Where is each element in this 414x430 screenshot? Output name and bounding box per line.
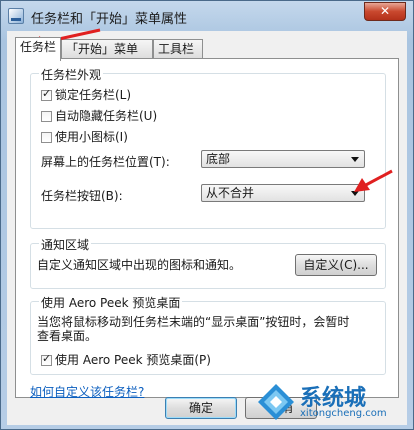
buttons-label: 任务栏按钮(B): [41, 189, 123, 203]
taskbar-properties-icon [8, 8, 24, 24]
taskbar-buttons-dropdown[interactable]: 从不合并 [201, 184, 365, 202]
position-label: 屏幕上的任务栏位置(T): [41, 155, 170, 169]
auto-hide-checkbox[interactable] [41, 111, 52, 122]
window-title: 任务栏和「开始」菜单属性 [31, 12, 188, 27]
group-taskbar-appearance: 任务栏外观 锁定任务栏(L) 自动隐藏任务栏(U) 使用小图标(I) 屏幕上的任… [30, 66, 386, 229]
lock-taskbar-option[interactable]: 锁定任务栏(L) [41, 86, 131, 103]
aero-peek-checkbox[interactable] [41, 352, 52, 366]
watermark-url: xitongcheng.com [300, 408, 387, 419]
ok-button[interactable]: 确定 [165, 397, 237, 419]
small-icons-label: 使用小图标(I) [55, 130, 128, 144]
tab-panel-taskbar: 任务栏外观 锁定任务栏(L) 自动隐藏任务栏(U) 使用小图标(I) 屏幕上的任… [15, 58, 399, 400]
lock-taskbar-checkbox[interactable] [41, 87, 52, 101]
chevron-down-icon [351, 157, 359, 162]
lock-taskbar-label: 锁定任务栏(L) [55, 88, 132, 102]
position-value: 底部 [206, 152, 231, 166]
aero-peek-label: 使用 Aero Peek 预览桌面(P) [55, 353, 211, 367]
small-icons-checkbox[interactable] [41, 132, 52, 143]
tab-toolbars[interactable]: 工具栏 [153, 39, 203, 59]
annotation-arrow-dropdown [354, 169, 393, 192]
auto-hide-label: 自动隐藏任务栏(U) [55, 109, 158, 123]
aero-peek-option[interactable]: 使用 Aero Peek 预览桌面(P) [41, 351, 211, 368]
notification-description: 自定义通知区域中出现的图标和通知。 [37, 258, 242, 272]
aero-peek-description-2: 查看桌面。 [37, 329, 98, 343]
group-label-aero-peek: 使用 Aero Peek 预览桌面 [39, 294, 183, 311]
small-icons-option[interactable]: 使用小图标(I) [41, 128, 128, 145]
properties-window: 任务栏和「开始」菜单属性 ✕ 任务栏 「开始」菜单 工具栏 任务栏外观 锁定任务… [0, 0, 414, 430]
watermark-logo-icon [258, 384, 294, 420]
buttons-value: 从不合并 [206, 186, 255, 200]
dialog-client-area: 任务栏 「开始」菜单 工具栏 任务栏外观 锁定任务栏(L) 自动隐藏任务栏(U)… [7, 31, 407, 425]
close-button[interactable]: ✕ [364, 2, 406, 21]
customize-button[interactable]: 自定义(C)... [295, 254, 377, 276]
position-dropdown[interactable]: 底部 [201, 150, 365, 168]
group-aero-peek: 使用 Aero Peek 预览桌面 当您将鼠标移动到任务栏末端的“显示桌面”按钮… [30, 294, 386, 375]
auto-hide-option[interactable]: 自动隐藏任务栏(U) [41, 107, 157, 124]
watermark: 系统城 xitongcheng.com [256, 380, 406, 426]
tab-taskbar[interactable]: 任务栏 [15, 37, 61, 61]
group-notification-area: 通知区域 自定义通知区域中出现的图标和通知。 自定义(C)... [30, 236, 386, 289]
help-link[interactable]: 如何自定义该任务栏? [30, 383, 144, 400]
group-label-appearance: 任务栏外观 [39, 66, 104, 83]
group-label-notification: 通知区域 [39, 236, 92, 253]
